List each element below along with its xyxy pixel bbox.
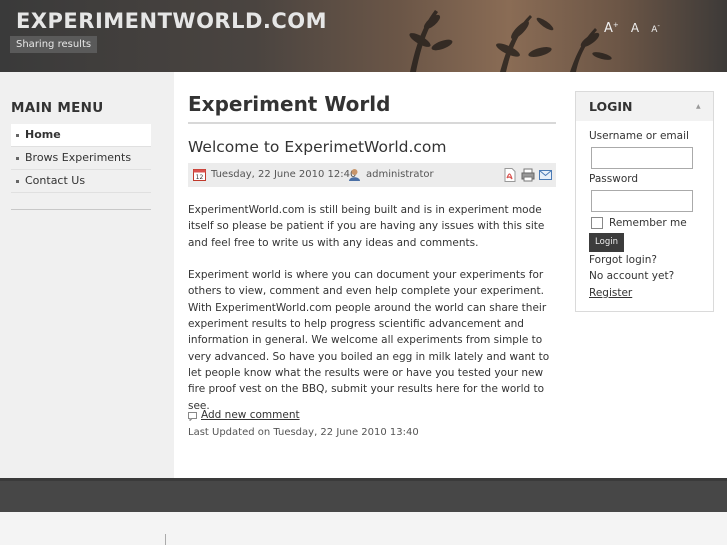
left-sidebar: MAIN MENU Home Brows Experiments Contact… [0,72,174,478]
font-decrease-button[interactable]: A- [651,22,660,35]
register-link[interactable]: Register [589,287,632,299]
login-module: LOGIN ▲ Username or email Password Remem… [575,91,714,312]
site-header: EXPERIMENTWORLD.COM Sharing results A+ A… [0,0,727,72]
user-icon [349,169,360,181]
no-account-text: No account yet? [589,270,675,282]
password-input[interactable] [591,190,693,212]
article-meta-bar: 12 Tuesday, 22 June 2010 12:40 administr… [188,163,556,187]
font-default-button[interactable]: A [631,21,639,35]
login-button[interactable]: Login [589,233,624,252]
article-author: administrator [366,169,434,180]
username-input[interactable] [591,147,693,169]
forgot-login-link[interactable]: Forgot login? [589,254,657,266]
font-increase-label: A [604,21,613,36]
sidebar-divider [11,209,151,210]
article-body: ExperimentWorld.com is still being built… [188,202,560,430]
svg-text:12: 12 [196,174,204,181]
pdf-icon[interactable] [504,168,516,182]
add-comment-link[interactable]: Add new comment [201,409,300,421]
article-date: Tuesday, 22 June 2010 12:40 [211,169,357,180]
calendar-icon: 12 [193,169,206,181]
collapse-icon[interactable]: ▲ [696,103,701,110]
site-tagline: Sharing results [10,36,98,53]
page-title: Experiment World [188,92,391,116]
username-label: Username or email [589,130,689,142]
menu-item-home[interactable]: Home [11,124,151,147]
header-foliage-image [409,10,612,72]
login-header: LOGIN ▲ [576,92,713,121]
main-menu: Home Brows Experiments Contact Us [11,124,151,193]
last-updated: Last Updated on Tuesday, 22 June 2010 13… [188,427,419,438]
footer-separator [165,534,166,545]
site-title[interactable]: EXPERIMENTWORLD.COM [16,9,327,33]
footer-bottom [0,512,727,545]
comment-icon [188,412,197,421]
remember-me-label: Remember me [609,217,687,229]
menu-item-contact-us[interactable]: Contact Us [11,170,151,193]
password-label: Password [589,173,639,185]
remember-me-checkbox[interactable] [591,217,603,229]
email-icon[interactable] [539,170,552,180]
main-menu-title: MAIN MENU [11,100,104,116]
article-paragraph: Experiment world is where you can docume… [188,269,550,412]
font-increase-button[interactable]: A+ [604,21,619,36]
footer-band [0,478,727,512]
font-size-controls: A+ A A- [604,17,667,36]
menu-item-brows-experiments[interactable]: Brows Experiments [11,147,151,170]
title-divider [188,122,556,124]
article-title[interactable]: Welcome to ExperimetWorld.com [188,138,447,156]
article-paragraph: ExperimentWorld.com is still being built… [188,204,545,249]
login-title: LOGIN [589,99,633,114]
print-icon[interactable] [521,168,535,182]
